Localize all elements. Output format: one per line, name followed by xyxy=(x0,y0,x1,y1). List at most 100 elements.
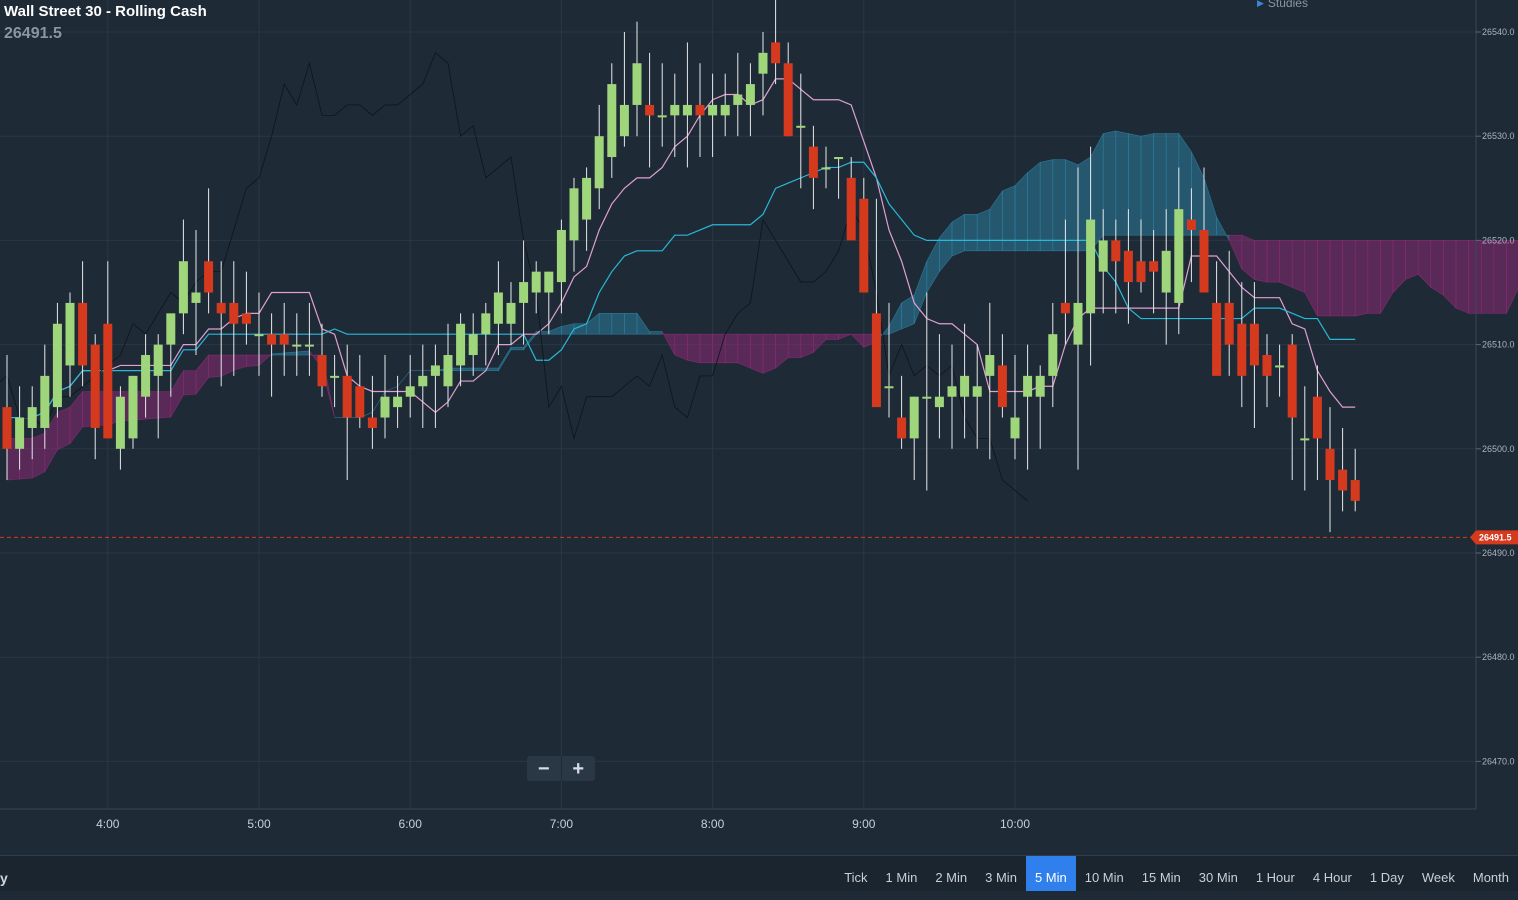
timeframe-15-min[interactable]: 15 Min xyxy=(1133,856,1190,891)
timeframe-bar: y Tick 1 Min 2 Min 3 Min 5 Min 10 Min 15 Min 30… xyxy=(0,855,1518,891)
candle-body xyxy=(1023,375,1033,397)
candle-body xyxy=(771,42,781,64)
candle-body xyxy=(1086,219,1096,314)
candle-body xyxy=(506,302,516,324)
candle xyxy=(1300,386,1310,491)
timeframe-2-min[interactable]: 2 Min xyxy=(926,856,976,891)
cloud-segment-bull xyxy=(1140,133,1154,236)
candle-body xyxy=(141,355,151,397)
cloud-segment-bear xyxy=(1266,240,1280,283)
cloud-segment-bull xyxy=(976,208,991,252)
candle xyxy=(720,73,730,137)
cloud-segment-bear xyxy=(1367,240,1381,314)
zoom-in-button[interactable]: + xyxy=(562,756,596,781)
candle-body xyxy=(254,334,264,337)
candle xyxy=(191,229,201,356)
time-tick-label: 7:00 xyxy=(550,817,574,831)
cloud-segment-bull xyxy=(296,350,310,356)
timeframe-month[interactable]: Month xyxy=(1464,856,1518,891)
candle xyxy=(859,177,869,293)
candle xyxy=(380,355,390,439)
candle-body xyxy=(947,386,957,397)
candle-body xyxy=(720,104,730,116)
candle-body xyxy=(556,229,566,283)
candle-body xyxy=(695,104,705,116)
price-chart[interactable]: 26470.0 26480.0 26490.0 26500.0 26510.0 26520… xyxy=(0,0,1518,890)
candle xyxy=(481,302,491,366)
cloud-segment-bear xyxy=(1417,240,1432,289)
timeframe-1-day[interactable]: 1 Day xyxy=(1361,856,1413,891)
cloud-segment-bear xyxy=(800,333,814,359)
cloud-segment-bear xyxy=(1317,240,1331,317)
cloud-segment-bear xyxy=(1506,240,1518,314)
cloud-segment-bull xyxy=(1002,185,1016,252)
studies-toggle[interactable]: ▶ Studies xyxy=(1257,0,1308,10)
candle-body xyxy=(342,375,352,418)
candle-body xyxy=(405,386,415,397)
candle xyxy=(1224,250,1234,376)
candle xyxy=(745,63,755,137)
candle xyxy=(90,334,100,460)
candle-body xyxy=(1212,302,1222,376)
timeframe-3-min[interactable]: 3 Min xyxy=(976,856,1026,891)
candle-body xyxy=(380,396,390,418)
candle-body xyxy=(1262,355,1272,376)
timeframe-tick[interactable]: Tick xyxy=(835,856,876,891)
current-price-label: 26491.5 xyxy=(1479,532,1512,542)
time-tick-label: 8:00 xyxy=(701,817,725,831)
candle xyxy=(708,73,718,158)
cloud-segment-bull xyxy=(939,221,953,273)
candle-body xyxy=(670,104,680,116)
timeframe-week[interactable]: Week xyxy=(1413,856,1464,891)
cloud-segment-bear xyxy=(838,333,852,340)
candle-body xyxy=(569,188,579,241)
candle-body xyxy=(1249,323,1259,366)
candle-body xyxy=(1338,469,1348,491)
candle-body xyxy=(859,198,869,293)
candle xyxy=(456,313,466,387)
timeframe-10-min[interactable]: 10 Min xyxy=(1076,856,1133,891)
candle-body xyxy=(519,282,529,303)
candle-body xyxy=(1060,302,1070,314)
candle xyxy=(645,52,655,168)
candle xyxy=(1035,365,1045,449)
cloud-segment-bull xyxy=(1216,216,1230,241)
candle xyxy=(468,313,478,376)
cloud-segment-bear xyxy=(1329,240,1343,317)
candle-body xyxy=(1186,219,1196,230)
candle xyxy=(619,32,629,147)
candle xyxy=(544,271,554,335)
candle-body xyxy=(166,313,176,345)
timeframe-30-min[interactable]: 30 Min xyxy=(1190,856,1247,891)
candle-body xyxy=(1350,480,1360,501)
cloud-segment-bear xyxy=(687,333,701,364)
candle-body xyxy=(834,157,844,160)
timeframe-5-min[interactable]: 5 Min xyxy=(1025,856,1076,891)
candle xyxy=(632,21,642,137)
candle xyxy=(52,302,62,418)
candle xyxy=(607,63,617,178)
candle xyxy=(1338,427,1348,512)
cloud-segment-bear xyxy=(825,333,839,340)
cloud-segment-bull xyxy=(888,302,902,335)
zoom-out-button[interactable]: − xyxy=(527,756,561,781)
candle xyxy=(909,396,919,481)
candle-body xyxy=(90,344,100,428)
candle-body xyxy=(204,261,214,293)
cloud-segment-bear xyxy=(1455,240,1469,314)
candle-body xyxy=(897,417,907,439)
cloud-segment-bull xyxy=(636,312,650,335)
timeframe-4-hour[interactable]: 4 Hour xyxy=(1304,856,1361,891)
time-tick-label: 10:00 xyxy=(1000,817,1030,831)
candle-body xyxy=(682,104,692,116)
cloud-segment-bear xyxy=(1228,234,1243,270)
candle-body xyxy=(481,313,491,335)
time-tick-label: 5:00 xyxy=(247,817,271,831)
candle-body xyxy=(1287,344,1297,418)
time-tick-label: 9:00 xyxy=(852,817,876,831)
timeframe-1-min[interactable]: 1 Min xyxy=(877,856,927,891)
candle-body xyxy=(796,125,806,128)
candle-body xyxy=(216,302,226,314)
timeframe-1-hour[interactable]: 1 Hour xyxy=(1247,856,1304,891)
candle xyxy=(922,292,932,491)
